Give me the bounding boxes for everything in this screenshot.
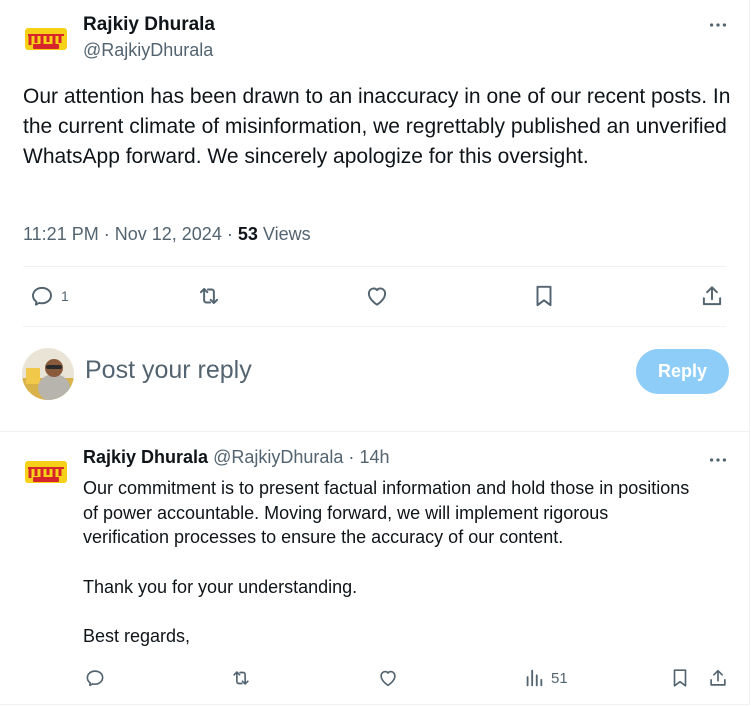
views-count: 53: [237, 224, 258, 244]
reply-paragraph: Best regards,: [83, 626, 191, 646]
more-icon[interactable]: [707, 449, 729, 471]
meta-separator: ·: [226, 224, 233, 244]
repost-icon: [199, 287, 219, 305]
share-icon: [702, 286, 722, 306]
tweet-time[interactable]: 11:21 PM: [23, 224, 99, 244]
share-action[interactable]: [707, 667, 729, 689]
reply-header: Rajkiy Dhurala @RajkiyDhurala · 14h: [83, 447, 389, 468]
repost-icon: [233, 671, 249, 685]
reply-author-handle[interactable]: @RajkiyDhurala: [213, 447, 343, 467]
reply-icon: [86, 670, 104, 687]
reply-input[interactable]: Post your reply: [85, 356, 252, 385]
tweet-date[interactable]: Nov 12, 2024: [115, 224, 222, 244]
views-action[interactable]: 51: [523, 667, 568, 689]
share-icon: [710, 669, 726, 686]
reply-views-count: 51: [551, 669, 568, 687]
meta-separator: ·: [103, 224, 110, 244]
more-icon[interactable]: [707, 14, 729, 36]
reply-paragraph: Our commitment is to present factual inf…: [83, 478, 690, 547]
bookmark-icon: [536, 285, 552, 307]
author-name[interactable]: Rajkiy Dhurala: [83, 14, 215, 36]
reply-paragraph: Thank you for your understanding.: [83, 576, 358, 597]
rajkiy-dhurala-logo-icon: [25, 28, 67, 50]
views-label: Views: [262, 224, 311, 244]
tweet-actions: 1: [0, 276, 749, 316]
like-icon: [367, 287, 387, 306]
rajkiy-dhurala-logo-icon: [25, 461, 67, 483]
like-action[interactable]: [364, 283, 390, 309]
reply-action[interactable]: 1: [29, 283, 69, 309]
bookmark-action[interactable]: [669, 667, 691, 689]
reply-text: Our commitment is to present factual inf…: [83, 476, 693, 649]
repost-action[interactable]: [196, 283, 222, 309]
reply-action[interactable]: [84, 667, 106, 689]
tweet-meta: 11:21 PM · Nov 12, 2024 · 53 Views: [23, 222, 311, 246]
tweet-text: Our attention has been drawn to an inacc…: [23, 85, 731, 168]
bookmark-action[interactable]: [531, 283, 557, 309]
like-action[interactable]: [377, 667, 399, 689]
reply-icon: [32, 286, 52, 306]
like-icon: [380, 670, 396, 687]
tweet-thread: Rajkiy Dhurala @RajkiyDhurala Our attent…: [0, 0, 750, 705]
reply-author-avatar[interactable]: [24, 459, 68, 485]
reply-button[interactable]: Reply: [636, 349, 729, 394]
reply-author-name[interactable]: Rajkiy Dhurala: [83, 447, 208, 467]
divider: [23, 326, 726, 327]
repost-action[interactable]: [230, 667, 252, 689]
author-handle[interactable]: @RajkiyDhurala: [83, 40, 213, 61]
reply-separator: ·: [348, 447, 355, 467]
reply-count: 1: [61, 288, 69, 304]
reply-actions: 51: [0, 664, 749, 704]
divider: [23, 266, 726, 267]
section-divider: [0, 431, 749, 432]
reply-age[interactable]: 14h: [359, 447, 389, 467]
share-action[interactable]: [699, 283, 725, 309]
user-photo-icon: [22, 348, 74, 400]
bookmark-icon: [673, 669, 687, 687]
views-icon: [526, 669, 543, 687]
current-user-avatar[interactable]: [22, 348, 74, 400]
author-avatar[interactable]: [24, 26, 68, 52]
